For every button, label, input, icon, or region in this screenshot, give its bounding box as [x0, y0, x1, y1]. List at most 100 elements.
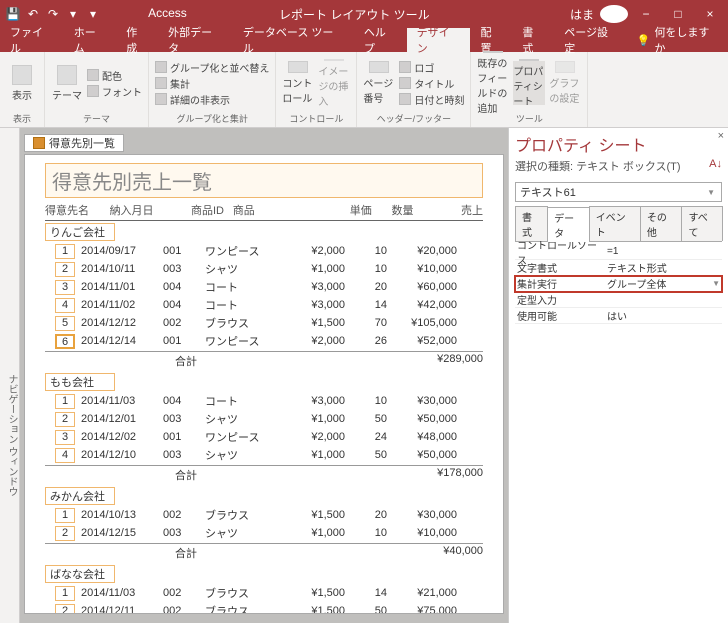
table-row[interactable]: 62014/12/14001ワンピース¥2,00026¥52,000 — [45, 332, 483, 350]
property-row[interactable]: 集計実行グループ全体▼ — [515, 276, 722, 292]
pagenum-label: ページ番号 — [363, 75, 395, 105]
row-number[interactable]: 2 — [55, 262, 75, 277]
table-row[interactable]: 22014/12/11002ブラウス¥1,50050¥75,000 — [45, 602, 483, 614]
tab-dbtools[interactable]: データベース ツール — [233, 28, 354, 52]
propsheet-button[interactable]: プロパティシート — [513, 61, 545, 105]
table-row[interactable]: 42014/11/02004コート¥3,00014¥42,000 — [45, 296, 483, 314]
minimize-button[interactable]: − — [632, 7, 660, 21]
row-number[interactable]: 2 — [55, 526, 75, 541]
property-row[interactable]: コントロールソース=1 — [515, 244, 722, 260]
property-sheet-title: プロパティ シート — [515, 132, 722, 156]
cell-qty: 10 — [345, 263, 387, 275]
groupsort-button[interactable]: グループ化と並べ替え — [155, 60, 269, 75]
close-button[interactable]: × — [696, 7, 724, 21]
row-number[interactable]: 1 — [55, 394, 75, 409]
tab-pagesetup[interactable]: ページ設定 — [554, 28, 629, 52]
insertimage-button[interactable]: イメージの挿入 — [318, 61, 350, 105]
tab-format[interactable]: 書式 — [512, 28, 554, 52]
prop-tab-data[interactable]: データ — [547, 207, 590, 242]
table-row[interactable]: 12014/11/03004コート¥3,00010¥30,000 — [45, 392, 483, 410]
table-row[interactable]: 32014/12/02001ワンピース¥2,00024¥48,000 — [45, 428, 483, 446]
table-row[interactable]: 12014/10/13002ブラウス¥1,50020¥30,000 — [45, 506, 483, 524]
prop-tab-all[interactable]: すべて — [681, 206, 723, 241]
property-key: 文字書式 — [515, 260, 605, 275]
row-number[interactable]: 4 — [55, 298, 75, 313]
group-name[interactable]: みかん会社 — [45, 487, 115, 505]
table-row[interactable]: 52014/12/12002ブラウス¥1,50070¥105,000 — [45, 314, 483, 332]
table-row[interactable]: 12014/09/17001ワンピース¥2,00010¥20,000 — [45, 242, 483, 260]
row-number[interactable]: 3 — [55, 280, 75, 295]
pagenum-button[interactable]: ページ番号 — [363, 61, 395, 105]
cell-product: シャツ — [205, 411, 293, 427]
qat-icon[interactable]: ▾ — [84, 5, 102, 23]
row-number[interactable]: 3 — [55, 430, 75, 445]
avatar[interactable] — [600, 5, 628, 23]
tab-home[interactable]: ホーム — [64, 28, 117, 52]
table-row[interactable]: 12014/11/03002ブラウス¥1,50014¥21,000 — [45, 584, 483, 602]
report-tab[interactable]: 得意先別一覧 — [24, 134, 124, 152]
row-number[interactable]: 6 — [55, 334, 75, 349]
navigation-pane[interactable]: ナビゲーション ウィンドウ — [0, 128, 20, 623]
hidedetails-icon — [155, 93, 167, 105]
row-number[interactable]: 1 — [55, 244, 75, 259]
row-number[interactable]: 2 — [55, 412, 75, 427]
tab-arrange[interactable]: 配置 — [470, 28, 512, 52]
undo-icon[interactable]: ↶ — [24, 5, 42, 23]
tab-create[interactable]: 作成 — [116, 28, 158, 52]
report-surface[interactable]: 得意先別売上一覧 得意先名 納入月日 商品ID 商品 単価 数量 売上 りんご会… — [24, 154, 504, 614]
row-number[interactable]: 1 — [55, 586, 75, 601]
property-value[interactable]: =1 — [605, 246, 722, 257]
tab-design[interactable]: デザイン — [407, 28, 471, 52]
property-row[interactable]: 使用可能はい — [515, 308, 722, 324]
cell-amount: ¥52,000 — [387, 335, 457, 347]
row-number[interactable]: 5 — [55, 316, 75, 331]
report-title[interactable]: 得意先別売上一覧 — [45, 163, 483, 198]
themes-button[interactable]: テーマ — [51, 61, 83, 105]
addfields-button[interactable]: 既存のフィールドの追加 — [477, 61, 509, 105]
cell-date: 2014/11/02 — [81, 299, 163, 311]
property-row[interactable]: 文字書式テキスト形式 — [515, 260, 722, 276]
tab-external[interactable]: 外部データ — [158, 28, 233, 52]
logo-button[interactable]: ロゴ — [399, 60, 464, 75]
group-name[interactable]: もも会社 — [45, 373, 115, 391]
property-value[interactable]: テキスト形式 — [605, 260, 722, 275]
chart-button[interactable]: グラフの設定 — [549, 61, 581, 105]
row-number[interactable]: 4 — [55, 448, 75, 463]
tell-me[interactable]: 💡 何をしますか — [629, 28, 728, 52]
property-value[interactable]: はい — [605, 308, 722, 323]
property-row[interactable]: 定型入力 — [515, 292, 722, 308]
col-pid: 商品ID — [191, 202, 233, 218]
table-row[interactable]: 22014/12/01003シャツ¥1,00050¥50,000 — [45, 410, 483, 428]
property-value[interactable]: グループ全体▼ — [605, 276, 722, 291]
controls-button[interactable]: コントロール — [282, 61, 314, 105]
prop-tab-other[interactable]: その他 — [640, 206, 683, 241]
totals-button[interactable]: 集計 — [155, 76, 269, 91]
qat-icon[interactable]: ▾ — [64, 5, 82, 23]
colors-button[interactable]: 配色 — [87, 68, 142, 83]
object-selector[interactable]: テキスト61 ▼ — [515, 182, 722, 202]
cell-amount: ¥21,000 — [387, 587, 457, 599]
row-number[interactable]: 2 — [55, 604, 75, 615]
tab-file[interactable]: ファイル — [0, 28, 64, 52]
user-name[interactable]: はま — [568, 6, 596, 23]
cell-date: 2014/10/11 — [81, 263, 163, 275]
table-row[interactable]: 22014/12/15003シャツ¥1,00010¥10,000 — [45, 524, 483, 542]
close-icon[interactable]: × — [718, 130, 724, 142]
hidedetails-button[interactable]: 詳細の非表示 — [155, 92, 269, 107]
sort-icon[interactable]: A↓ — [709, 158, 722, 170]
save-icon[interactable]: 💾 — [4, 5, 22, 23]
datetime-button[interactable]: 日付と時刻 — [399, 92, 464, 107]
row-number[interactable]: 1 — [55, 508, 75, 523]
group-name[interactable]: ばなな会社 — [45, 565, 115, 583]
table-row[interactable]: 32014/11/01004コート¥3,00020¥60,000 — [45, 278, 483, 296]
fonts-button[interactable]: フォント — [87, 84, 142, 99]
maximize-button[interactable]: □ — [664, 7, 692, 21]
group-name[interactable]: りんご会社 — [45, 223, 115, 241]
cell-pid: 002 — [163, 317, 205, 329]
tab-help[interactable]: ヘルプ — [354, 28, 407, 52]
table-row[interactable]: 22014/10/11003シャツ¥1,00010¥10,000 — [45, 260, 483, 278]
title-button[interactable]: タイトル — [399, 76, 464, 91]
table-row[interactable]: 42014/12/10003シャツ¥1,00050¥50,000 — [45, 446, 483, 464]
views-button[interactable]: 表示 — [6, 61, 38, 105]
redo-icon[interactable]: ↷ — [44, 5, 62, 23]
